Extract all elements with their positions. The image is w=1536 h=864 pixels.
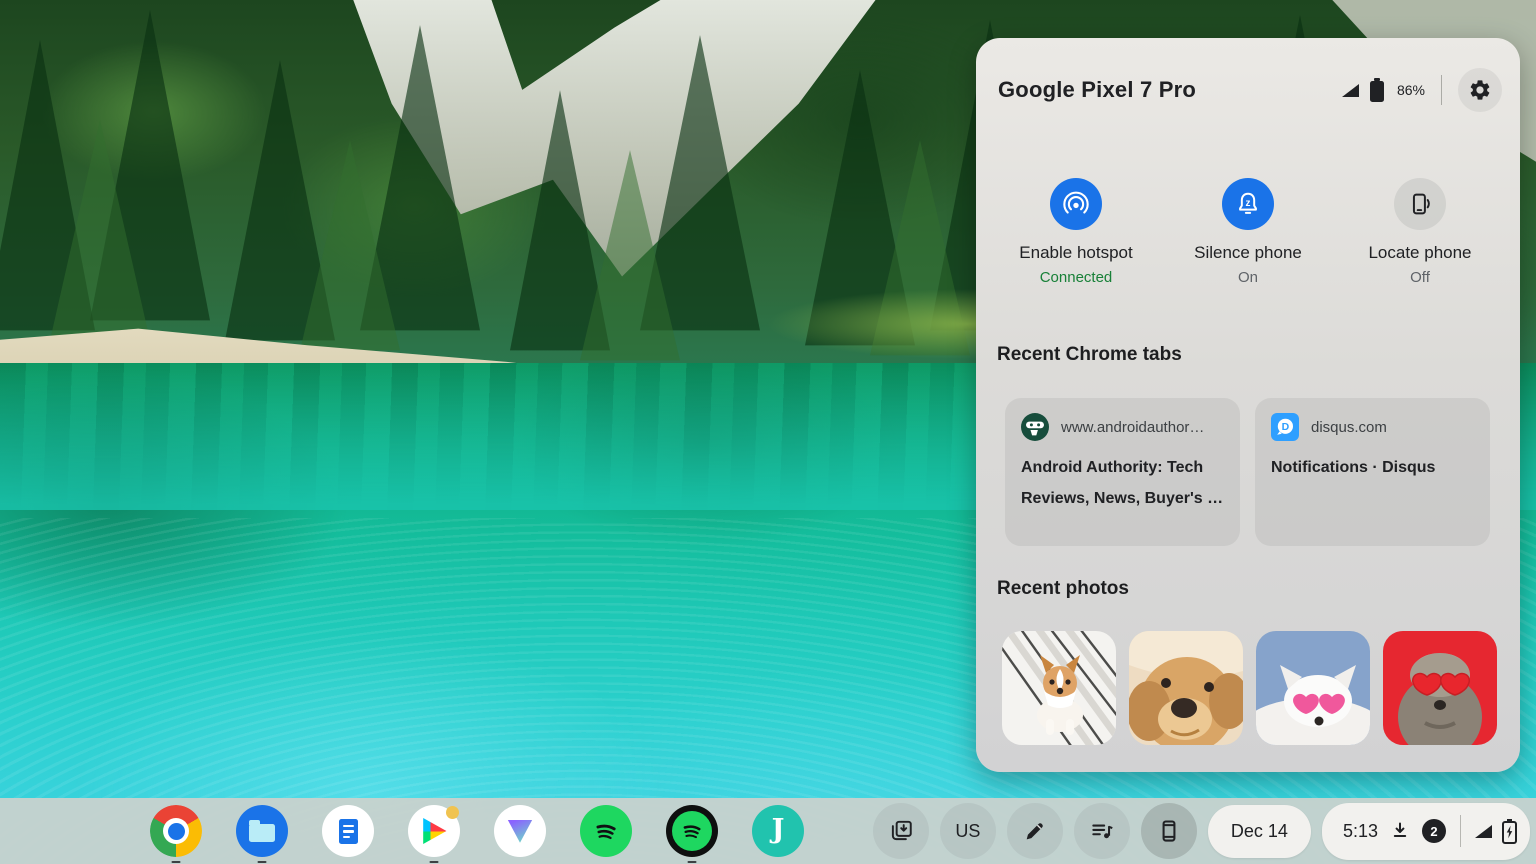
recent-chrome-tabs-heading: Recent Chrome tabs (997, 344, 1182, 366)
status-area-button[interactable]: 5:13 2 (1322, 803, 1530, 860)
notification-dot (446, 806, 459, 819)
files-app-button[interactable] (236, 805, 288, 857)
proton-vpn-icon (494, 805, 546, 857)
svg-text:z: z (1246, 198, 1251, 209)
smartphone-icon (1156, 818, 1182, 844)
phone-hub-settings-button[interactable] (1458, 68, 1502, 112)
tab-card-disqus[interactable]: D disqus.com Notifications · Disqus (1255, 398, 1490, 546)
stylus-tools-button[interactable] (1007, 803, 1063, 859)
network-signal-icon (1475, 825, 1492, 838)
disqus-favicon: D (1271, 413, 1299, 441)
photo-shaggy-dog-red-glasses[interactable] (1383, 631, 1497, 745)
hotspot-status: Connected (1040, 269, 1113, 286)
status-tray: US Dec 14 5:13 (873, 802, 1530, 860)
google-docs-app-button[interactable] (322, 805, 374, 857)
jotterpad-icon: J (752, 805, 804, 857)
holding-space-button[interactable] (873, 803, 929, 859)
hotspot-icon (1062, 190, 1090, 218)
phone-hub-header: Google Pixel 7 Pro 86% (998, 66, 1502, 114)
android-authority-favicon (1021, 413, 1049, 441)
jotterpad-app-button[interactable]: J (752, 805, 804, 857)
status-divider (1460, 815, 1461, 847)
spotify-app-button[interactable] (580, 805, 632, 857)
white-dog-pink-glasses-image (1256, 631, 1370, 745)
tab-title: Notifications · Disqus (1271, 452, 1474, 483)
spotify-dark-app-button[interactable] (666, 805, 718, 857)
ime-keyboard-button[interactable]: US (940, 803, 996, 859)
svg-text:D: D (1282, 421, 1290, 433)
notification-count-badge: 2 (1422, 819, 1446, 843)
play-store-app-button[interactable] (408, 805, 460, 857)
media-controls-button[interactable] (1074, 803, 1130, 859)
files-icon (236, 805, 288, 857)
enable-hotspot-button[interactable]: Enable hotspot Connected (990, 178, 1162, 286)
shelf-app-list: J (150, 805, 804, 857)
photo-corgi-puppy[interactable] (1002, 631, 1116, 745)
golden-retriever-image (1129, 631, 1243, 745)
spotify-dark-icon (666, 805, 718, 857)
chrome-app-button[interactable] (150, 805, 202, 857)
phone-hub-panel: Google Pixel 7 Pro 86% Enable hotspot Co… (976, 38, 1520, 772)
shaggy-dog-red-glasses-image (1383, 631, 1497, 745)
phone-battery-percent: 86% (1397, 82, 1425, 98)
photo-golden-retriever[interactable] (1129, 631, 1243, 745)
running-indicator (688, 861, 697, 864)
recent-photos-heading: Recent photos (997, 578, 1129, 600)
spotify-icon (580, 805, 632, 857)
tab-url: disqus.com (1311, 419, 1387, 436)
silence-status: On (1238, 269, 1258, 286)
running-indicator (430, 861, 439, 864)
device-name: Google Pixel 7 Pro (998, 77, 1196, 103)
download-icon (1388, 819, 1412, 843)
media-playlist-icon (1089, 818, 1115, 844)
holding-space-icon (888, 818, 914, 844)
chrome-icon (150, 805, 202, 857)
quick-actions-row: Enable hotspot Connected z Silence phone… (990, 178, 1506, 286)
google-docs-icon (322, 805, 374, 857)
silence-phone-button[interactable]: z Silence phone On (1162, 178, 1334, 286)
locate-status: Off (1410, 269, 1430, 286)
running-indicator (172, 861, 181, 864)
running-indicator (258, 861, 267, 864)
date-tray-button[interactable]: Dec 14 (1208, 805, 1311, 858)
clock: 5:13 (1343, 821, 1378, 842)
recent-tabs-row: www.androidauthor… Android Authority: Te… (1005, 398, 1490, 546)
proton-vpn-app-button[interactable] (494, 805, 546, 857)
shelf: J US (0, 798, 1536, 864)
battery-charging-icon (1502, 821, 1517, 844)
photo-white-dog-pink-glasses[interactable] (1256, 631, 1370, 745)
phone-signal-icon (1342, 84, 1359, 97)
phone-battery-icon (1370, 81, 1384, 102)
locate-phone-icon (1406, 190, 1434, 218)
phone-hub-button[interactable] (1141, 803, 1197, 859)
date-label: Dec 14 (1231, 821, 1288, 842)
pen-icon (1022, 819, 1047, 844)
recent-photos-row (1002, 631, 1497, 745)
tab-card-android-authority[interactable]: www.androidauthor… Android Authority: Te… (1005, 398, 1240, 546)
tab-title: Android Authority: Tech Reviews, News, B… (1021, 452, 1224, 514)
tab-url: www.androidauthor… (1061, 419, 1204, 436)
corgi-puppy-image (1002, 631, 1116, 745)
gear-icon (1468, 78, 1492, 102)
silence-bell-icon: z (1234, 190, 1262, 218)
header-divider (1441, 75, 1442, 105)
locate-phone-button[interactable]: Locate phone Off (1334, 178, 1506, 286)
